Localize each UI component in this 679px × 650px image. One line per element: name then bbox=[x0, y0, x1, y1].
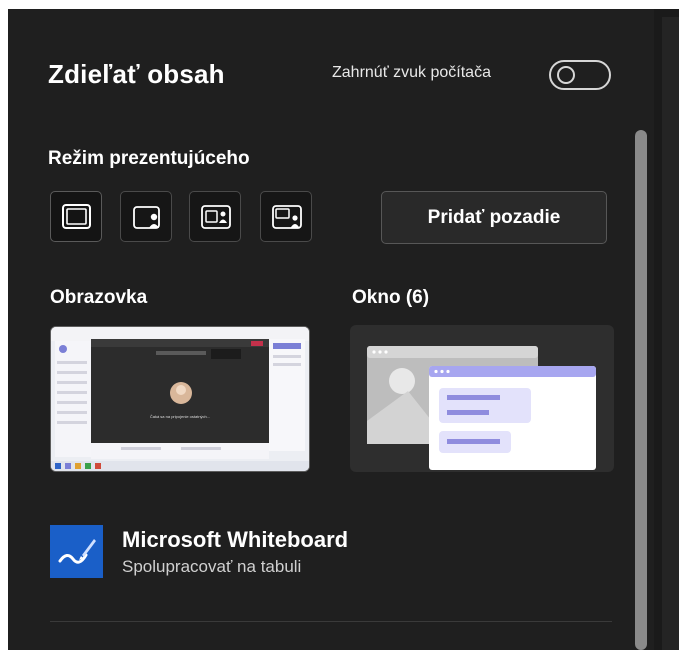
right-edge-inner bbox=[662, 17, 679, 650]
side-by-side-icon bbox=[201, 205, 231, 229]
screen-thumbnail[interactable]: Čaká sa na pripojenie ostatných... bbox=[50, 326, 310, 472]
vertical-scrollbar-thumb[interactable] bbox=[635, 130, 647, 650]
share-content-panel: Zdieľať obsah Zahrnúť zvuk počítača Reži… bbox=[8, 9, 654, 650]
mode-content-only-button[interactable] bbox=[50, 191, 102, 242]
mode-side-by-side-button[interactable] bbox=[189, 191, 241, 242]
right-edge bbox=[654, 9, 679, 650]
add-background-button[interactable]: Pridať pozadie bbox=[381, 191, 607, 244]
reporter-icon bbox=[272, 205, 302, 229]
content-only-icon bbox=[62, 204, 91, 229]
window-thumbnail[interactable] bbox=[350, 325, 614, 472]
screen-preview-text: Čaká sa na pripojenie ostatných... bbox=[150, 414, 210, 419]
divider bbox=[50, 621, 612, 622]
whiteboard-icon bbox=[50, 525, 103, 578]
panel-title: Zdieľať obsah bbox=[48, 59, 225, 89]
presenter-mode-label: Režim prezentujúceho bbox=[48, 148, 250, 169]
include-audio-label: Zahrnúť zvuk počítača bbox=[332, 64, 491, 81]
whiteboard-name: Microsoft Whiteboard bbox=[122, 527, 349, 552]
mode-reporter-button[interactable] bbox=[260, 191, 312, 242]
standout-icon bbox=[133, 206, 160, 229]
whiteboard-option[interactable]: Microsoft Whiteboard Spolupracovať na ta… bbox=[50, 523, 610, 579]
toggle-knob bbox=[557, 66, 575, 84]
share-content-window: Zdieľať obsah Zahrnúť zvuk počítača Reži… bbox=[8, 9, 679, 650]
screen-preview-image: Čaká sa na pripojenie ostatných... bbox=[51, 327, 309, 471]
screen-label: Obrazovka bbox=[50, 287, 148, 308]
mode-standout-button[interactable] bbox=[120, 191, 172, 242]
whiteboard-description: Spolupracovať na tabuli bbox=[122, 557, 302, 576]
window-label: Okno (6) bbox=[352, 287, 430, 308]
window-illustration-icon bbox=[367, 346, 596, 470]
include-audio-toggle[interactable] bbox=[549, 60, 611, 90]
